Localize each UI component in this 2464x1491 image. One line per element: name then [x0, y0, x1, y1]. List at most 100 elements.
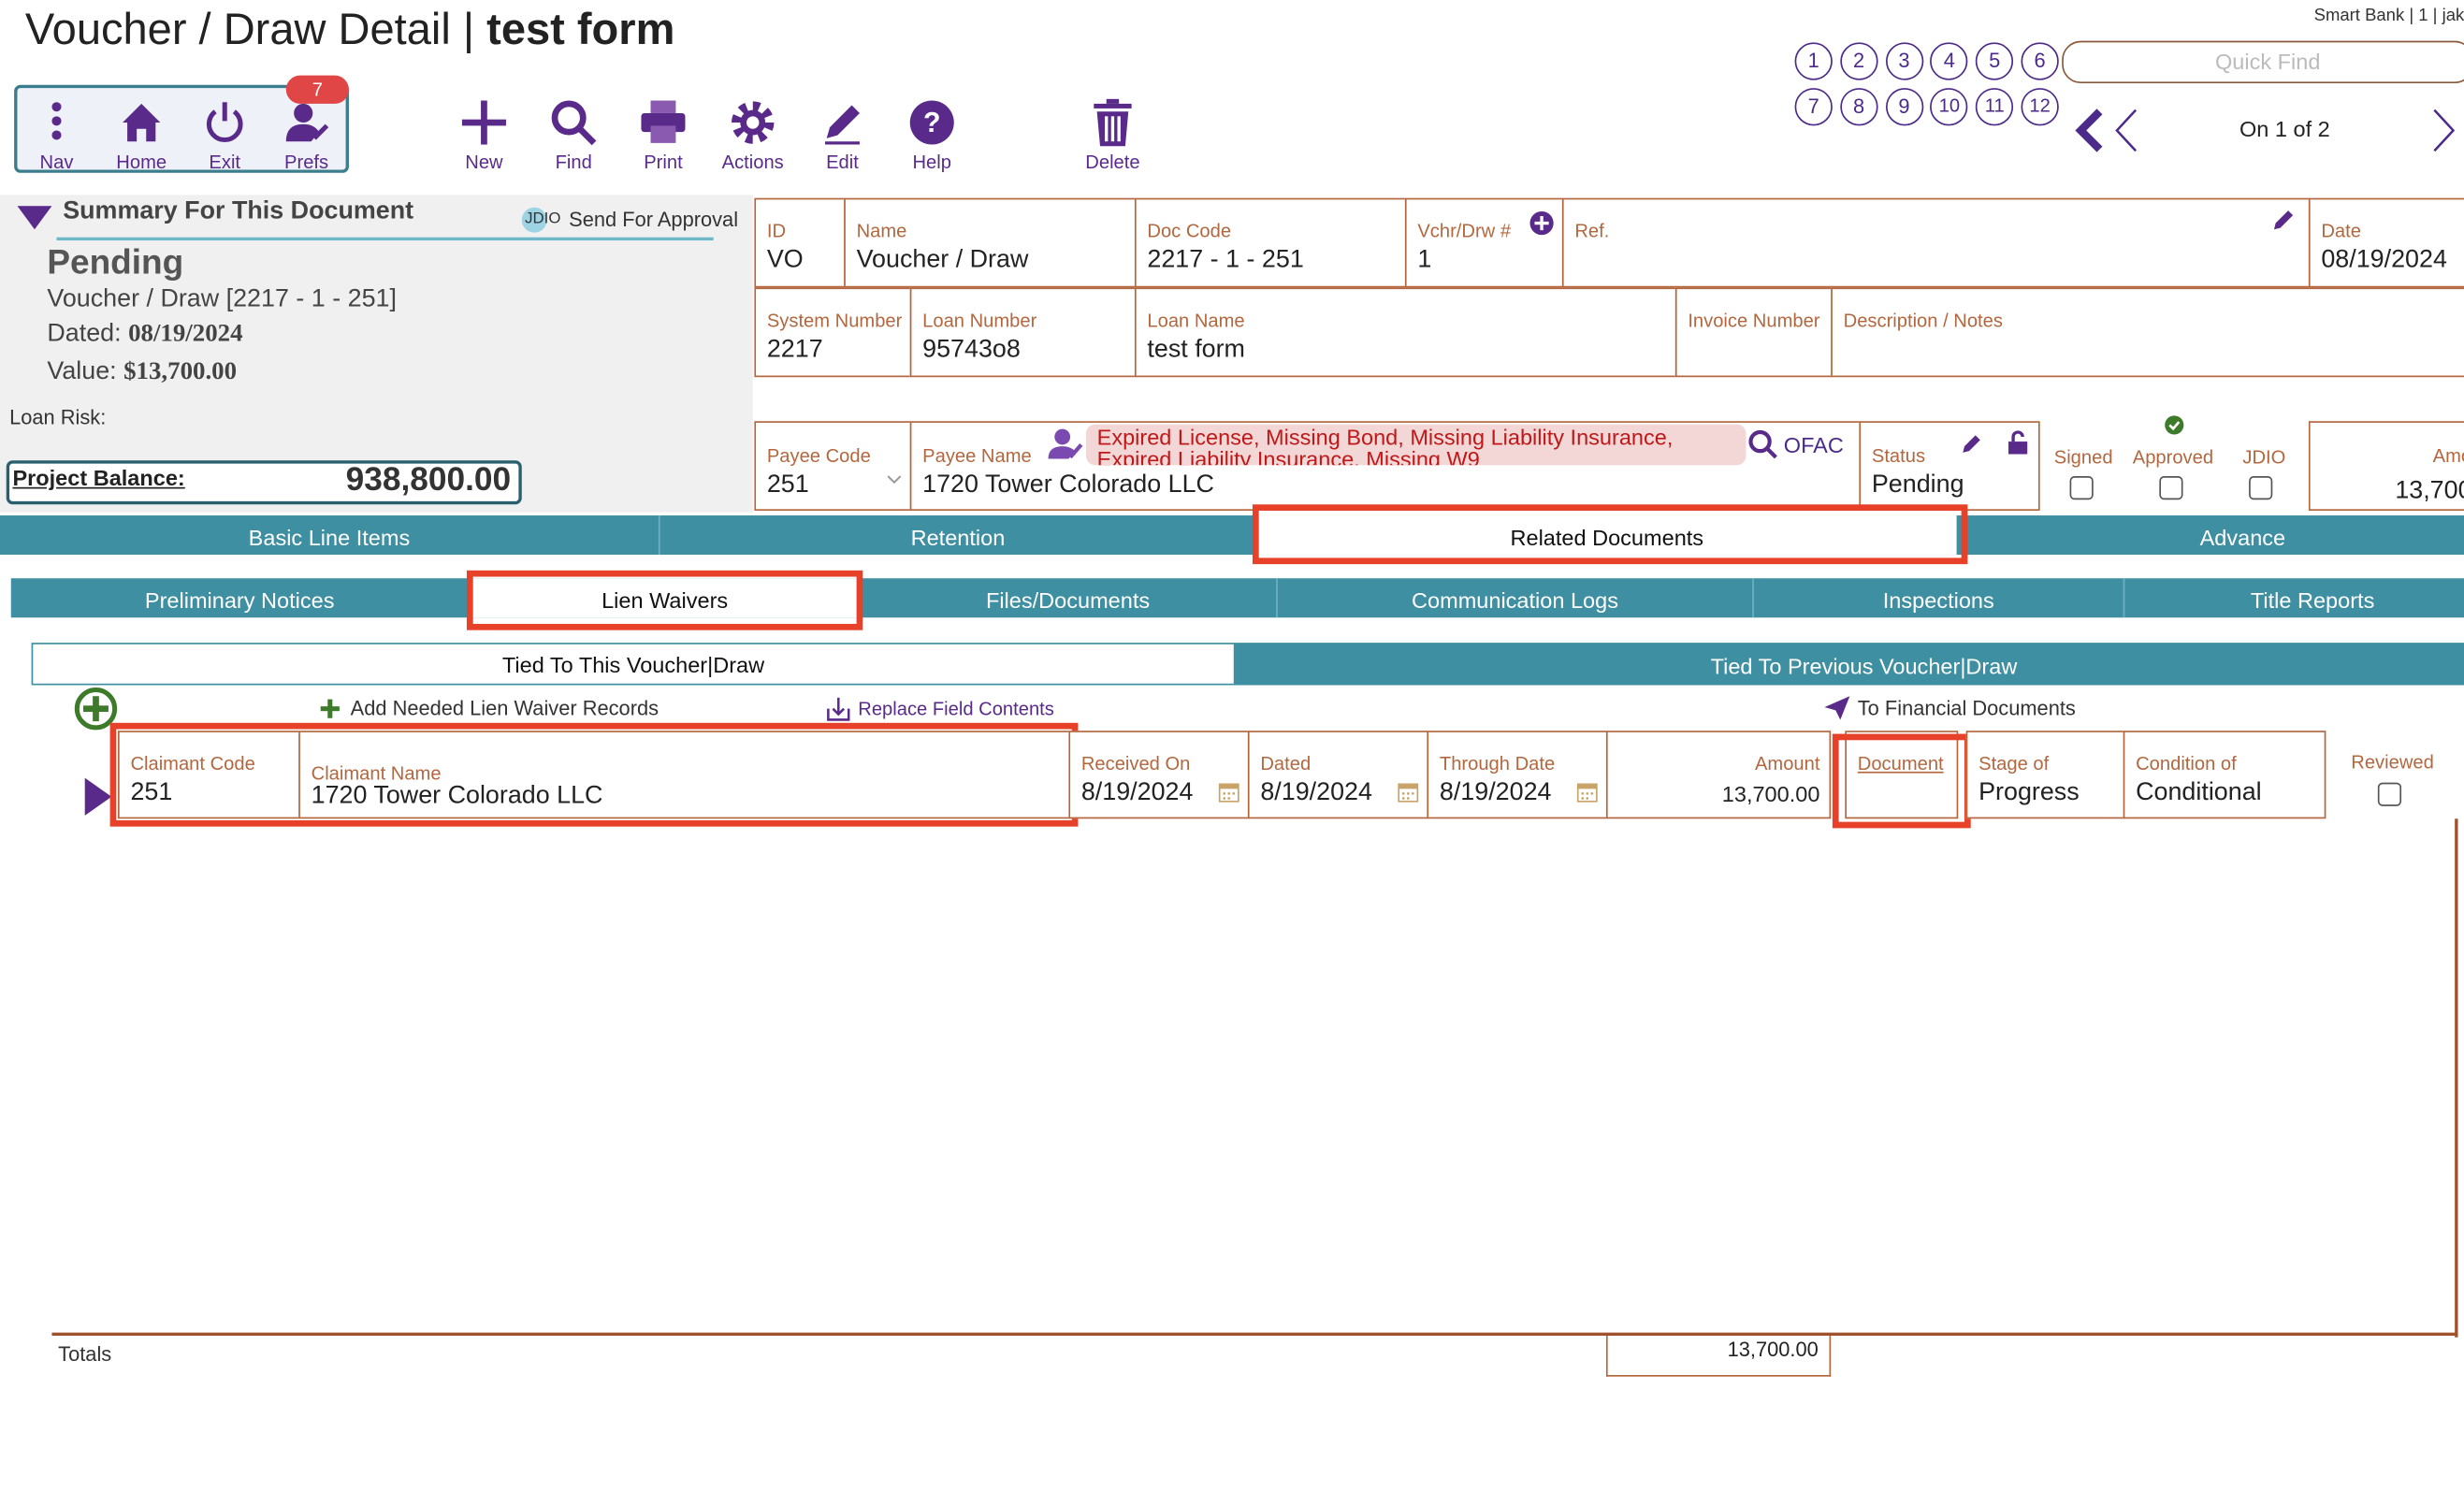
- collapse-triangle-icon[interactable]: [17, 206, 52, 239]
- loan-name-label: Loan Name: [1147, 309, 1245, 332]
- system-number-label: System Number: [766, 309, 903, 332]
- condition-value: Conditional: [2136, 779, 2262, 806]
- prefs-count-badge: 7: [285, 75, 349, 104]
- stage-label: Stage of: [1978, 752, 2050, 775]
- payee-code-label: Payee Code: [766, 444, 871, 467]
- totals-amount: 13,700.00: [1605, 1336, 1832, 1377]
- vchr-label: Vchr/Drw #: [1417, 220, 1512, 242]
- edit-button[interactable]: Edit: [798, 91, 886, 173]
- tab-retention[interactable]: Retention: [660, 515, 1257, 556]
- condition-field[interactable]: Condition of Conditional: [2123, 731, 2326, 819]
- print-label: Print: [644, 151, 683, 173]
- user-edit-icon[interactable]: [1047, 426, 1084, 460]
- quick-find-input[interactable]: Quick Find: [2062, 40, 2464, 84]
- quick-link-4[interactable]: 4: [1930, 42, 1969, 80]
- received-on-field[interactable]: Received On 8/19/2024: [1068, 731, 1250, 819]
- calendar-icon[interactable]: [1576, 781, 1599, 803]
- unlock-icon[interactable]: [2007, 430, 2029, 456]
- stage-value: Progress: [1978, 779, 2080, 806]
- tab-inspections[interactable]: Inspections: [1754, 578, 2125, 618]
- pencil-icon[interactable]: [2271, 208, 2297, 233]
- add-circle-icon[interactable]: [1529, 210, 1555, 236]
- value-label: Value:: [47, 358, 124, 385]
- nav-button[interactable]: Nav: [12, 91, 100, 173]
- quick-link-1[interactable]: 1: [1794, 42, 1833, 80]
- name-field[interactable]: Name Voucher / Draw: [844, 197, 1137, 288]
- payee-name-label: Payee Name: [922, 444, 1032, 467]
- home-icon: [123, 103, 161, 142]
- through-date-field[interactable]: Through Date 8/19/2024: [1427, 731, 1608, 819]
- payee-name-field[interactable]: Payee Name 1720 Tower Colorado LLC Expire…: [909, 421, 1862, 511]
- send-icon: [1824, 696, 1850, 720]
- system-number-field[interactable]: System Number 2217: [754, 287, 912, 378]
- new-button[interactable]: New: [440, 91, 528, 173]
- tab-tied-this-draw[interactable]: Tied To This Voucher|Draw: [31, 643, 1236, 686]
- summary-value: Value: $13,700.00: [47, 358, 237, 386]
- actions-button[interactable]: Actions: [709, 91, 797, 173]
- payee-code-field[interactable]: Payee Code 251: [754, 421, 912, 511]
- status-field[interactable]: Status Pending: [1859, 421, 2040, 511]
- highlight-claimant: [109, 722, 1079, 827]
- approved-checkbox[interactable]: [2159, 476, 2183, 500]
- lien-amount-field[interactable]: Amount 13,700.00: [1605, 731, 1832, 819]
- quick-link-9[interactable]: 9: [1885, 88, 1923, 126]
- signed-checkbox[interactable]: [2069, 476, 2094, 500]
- tab-title-reports[interactable]: Title Reports: [2124, 578, 2464, 617]
- jdio-label: JDIO: [525, 210, 561, 228]
- id-value: VO: [766, 246, 804, 274]
- next-record-icon[interactable]: [2429, 107, 2457, 162]
- system-number-value: 2217: [766, 336, 823, 364]
- jdio-checkbox[interactable]: [2249, 476, 2273, 500]
- send-for-approval-link[interactable]: Send For Approval: [569, 208, 738, 231]
- invoice-number-field[interactable]: Invoice Number: [1674, 287, 1833, 378]
- ref-field[interactable]: Ref.: [1561, 197, 2311, 288]
- date-field[interactable]: Date 08/19/2024: [2308, 197, 2464, 288]
- tab-advance[interactable]: Advance: [1957, 515, 2464, 555]
- help-button[interactable]: ? Help: [888, 91, 976, 173]
- value-amount: $13,700.00: [123, 358, 238, 385]
- delete-button[interactable]: Delete: [1068, 91, 1156, 173]
- main-tab-bar: Basic Line Items Retention Related Docum…: [0, 515, 2464, 556]
- pencil-icon[interactable]: [1962, 432, 1984, 455]
- reviewed-checkbox[interactable]: [2377, 782, 2402, 806]
- vchr-drw-field[interactable]: Vchr/Drw # 1: [1404, 197, 1564, 288]
- quick-link-5[interactable]: 5: [1976, 42, 2014, 80]
- calendar-icon[interactable]: [1398, 781, 1420, 803]
- find-button[interactable]: Find: [529, 91, 617, 173]
- quick-link-6[interactable]: 6: [2021, 42, 2059, 80]
- replace-field-contents-link[interactable]: Replace Field Contents: [858, 698, 1054, 720]
- previous-record-icon[interactable]: [2112, 107, 2140, 162]
- quick-link-2[interactable]: 2: [1839, 42, 1878, 80]
- quick-link-10[interactable]: 10: [1930, 88, 1969, 126]
- tab-basic-line-items[interactable]: Basic Line Items: [0, 515, 660, 556]
- tab-files-documents[interactable]: Files/Documents: [860, 578, 1278, 618]
- quick-link-3[interactable]: 3: [1885, 42, 1923, 80]
- ofac-link[interactable]: OFAC: [1784, 432, 1844, 457]
- tab-preliminary-notices[interactable]: Preliminary Notices: [11, 578, 471, 618]
- amount-field[interactable]: Amo 13,700: [2308, 421, 2464, 511]
- quick-link-7[interactable]: 7: [1794, 88, 1833, 126]
- id-field[interactable]: ID VO: [754, 197, 846, 288]
- quick-link-8[interactable]: 8: [1839, 88, 1878, 126]
- calendar-icon[interactable]: [1218, 781, 1240, 803]
- svg-text:?: ?: [923, 108, 940, 138]
- to-financial-documents-link[interactable]: To Financial Documents: [1858, 696, 2076, 719]
- quick-link-12[interactable]: 12: [2021, 88, 2059, 126]
- stage-field[interactable]: Stage of Progress: [1965, 731, 2125, 819]
- doc-code-field[interactable]: Doc Code 2217 - 1 - 251: [1134, 197, 1407, 288]
- first-record-icon[interactable]: [2071, 107, 2106, 162]
- quick-link-11[interactable]: 11: [1976, 88, 2014, 126]
- dated-field[interactable]: Dated 8/19/2024: [1247, 731, 1429, 819]
- print-button[interactable]: Print: [619, 91, 707, 173]
- tab-communication-logs[interactable]: Communication Logs: [1278, 578, 1754, 618]
- chevron-down-icon[interactable]: [887, 473, 903, 485]
- add-needed-lien-waivers-link[interactable]: Add Needed Lien Waiver Records: [351, 696, 659, 719]
- amount-value: 13,700: [2395, 477, 2464, 505]
- search-icon[interactable]: [1747, 429, 1779, 461]
- exit-button[interactable]: Exit: [181, 91, 268, 173]
- tab-tied-previous-draw[interactable]: Tied To Previous Voucher|Draw: [1235, 643, 2464, 686]
- loan-name-field[interactable]: Loan Name test form: [1134, 287, 1677, 378]
- home-button[interactable]: Home: [97, 91, 185, 173]
- loan-number-field[interactable]: Loan Number 95743o8: [909, 287, 1137, 378]
- description-field[interactable]: Description / Notes: [1831, 287, 2464, 378]
